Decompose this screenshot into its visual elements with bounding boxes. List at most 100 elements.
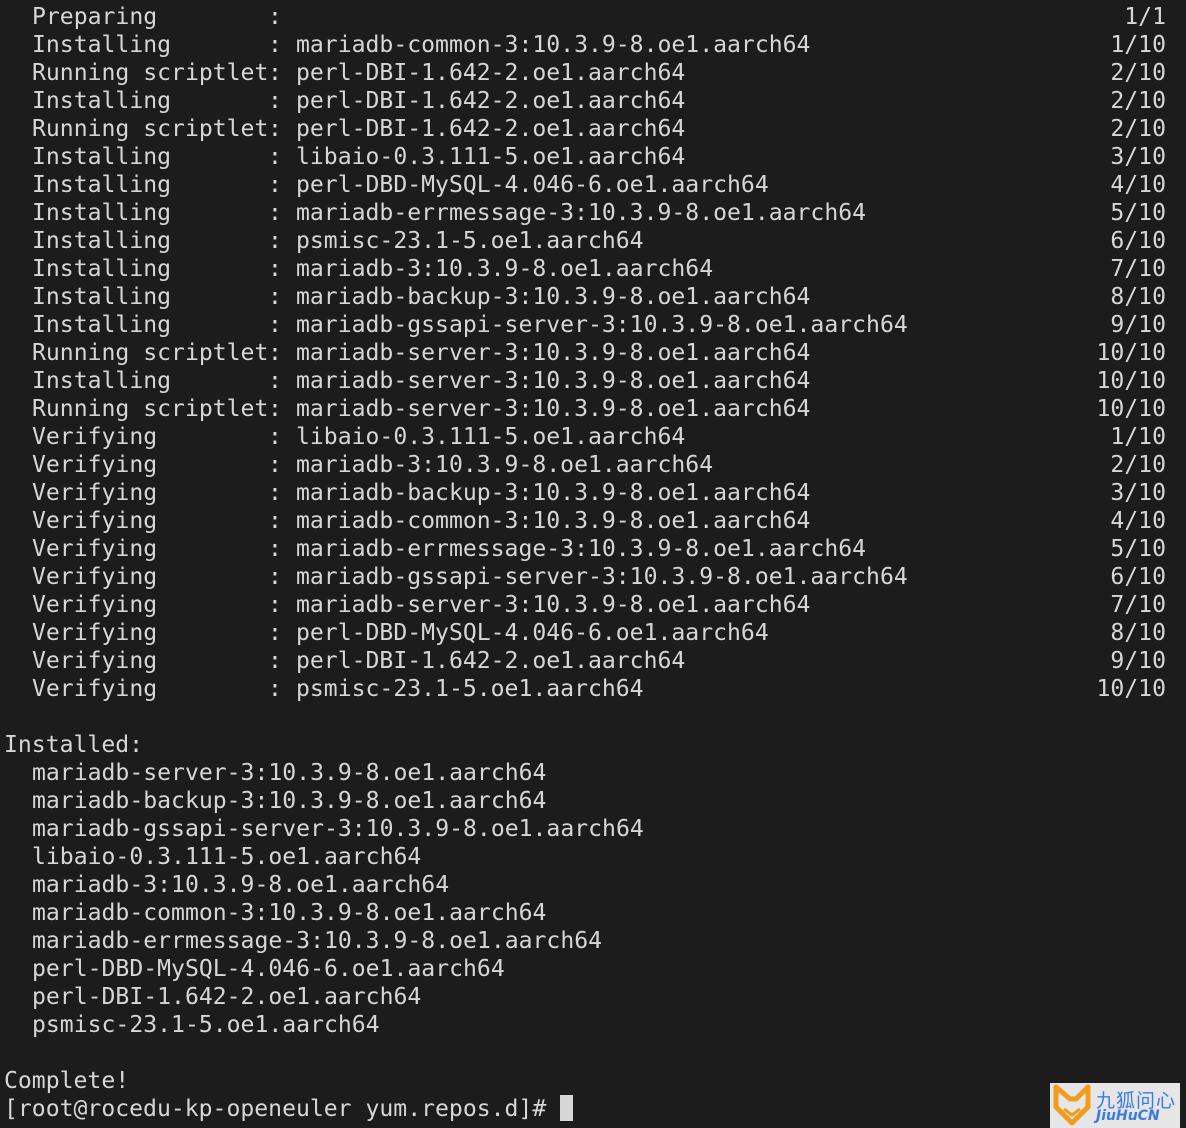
transaction-action: Installing xyxy=(32,88,172,114)
colon-separator: : xyxy=(268,172,282,198)
colon-separator: : xyxy=(268,116,282,142)
colon-separator: : xyxy=(268,676,282,702)
transaction-action: Verifying xyxy=(32,424,158,450)
terminal-line: mariadb-gssapi-server-3:10.3.9-8.oe1.aar… xyxy=(0,815,1186,843)
colon-separator: : xyxy=(268,508,282,534)
transaction-count: 5/10 xyxy=(1110,536,1166,562)
colon-separator: : xyxy=(268,592,282,618)
transaction-action: Verifying xyxy=(32,452,158,478)
colon-separator: : xyxy=(268,396,282,422)
transaction-count: 1/10 xyxy=(1110,424,1166,450)
transaction-package: libaio-0.3.111-5.oe1.aarch64 xyxy=(296,144,686,170)
transaction-action: Preparing xyxy=(32,4,158,30)
transaction-row: Verifying: mariadb-common-3:10.3.9-8.oe1.… xyxy=(0,507,1186,535)
colon-separator: : xyxy=(268,424,282,450)
terminal-cursor xyxy=(560,1095,574,1121)
colon-separator: : xyxy=(268,340,282,366)
transaction-row: Verifying: psmisc-23.1-5.oe1.aarch64 10/10 xyxy=(0,675,1186,703)
transaction-row: Installing: mariadb-server-3:10.3.9-8.oe1… xyxy=(0,367,1186,395)
colon-separator: : xyxy=(268,620,282,646)
transaction-package: perl-DBD-MySQL-4.046-6.oe1.aarch64 xyxy=(296,172,769,198)
transaction-action: Installing xyxy=(32,368,172,394)
shell-prompt: [root@rocedu-kp-openeuler yum.repos.d]# xyxy=(4,1095,574,1123)
transaction-count: 3/10 xyxy=(1110,144,1166,170)
transaction-action: Verifying xyxy=(32,564,158,590)
installed-package: mariadb-common-3:10.3.9-8.oe1.aarch64 xyxy=(32,900,547,926)
transaction-row: Installing: mariadb-common-3:10.3.9-8.oe1… xyxy=(0,31,1186,59)
transaction-count: 3/10 xyxy=(1110,480,1166,506)
transaction-row: Verifying: libaio-0.3.111-5.oe1.aarch64 1/… xyxy=(0,423,1186,451)
transaction-package: perl-DBI-1.642-2.oe1.aarch64 xyxy=(296,648,686,674)
transaction-count: 9/10 xyxy=(1110,312,1166,338)
fox-logo-icon xyxy=(1053,1084,1091,1126)
watermark-latin: JiuHuCN xyxy=(1096,1108,1160,1124)
transaction-action: Running scriptlet xyxy=(32,116,269,142)
terminal-line: perl-DBI-1.642-2.oe1.aarch64 xyxy=(0,983,1186,1011)
transaction-package: mariadb-server-3:10.3.9-8.oe1.aarch64 xyxy=(296,340,811,366)
terminal-line: [root@rocedu-kp-openeuler yum.repos.d]# xyxy=(0,1095,1186,1123)
transaction-action: Verifying xyxy=(32,676,158,702)
transaction-action: Running scriptlet xyxy=(32,340,269,366)
transaction-count: 1/10 xyxy=(1110,32,1166,58)
colon-separator: : xyxy=(268,452,282,478)
transaction-package: perl-DBD-MySQL-4.046-6.oe1.aarch64 xyxy=(296,620,769,646)
terminal-line: mariadb-errmessage-3:10.3.9-8.oe1.aarch6… xyxy=(0,927,1186,955)
colon-separator: : xyxy=(268,88,282,114)
transaction-package: perl-DBI-1.642-2.oe1.aarch64 xyxy=(296,60,686,86)
transaction-row: Installing: mariadb-gssapi-server-3:10.3.… xyxy=(0,311,1186,339)
transaction-row: Installing: libaio-0.3.111-5.oe1.aarch64 3… xyxy=(0,143,1186,171)
transaction-row: Verifying: perl-DBI-1.642-2.oe1.aarch64 9/… xyxy=(0,647,1186,675)
transaction-count: 10/10 xyxy=(1096,676,1166,702)
transaction-action: Verifying xyxy=(32,592,158,618)
transaction-row: Verifying: mariadb-gssapi-server-3:10.3.9… xyxy=(0,563,1186,591)
transaction-count: 4/10 xyxy=(1110,172,1166,198)
transaction-row: Running scriptlet: mariadb-server-3:10.3.… xyxy=(0,395,1186,423)
transaction-count: 2/10 xyxy=(1110,60,1166,86)
transaction-count: 8/10 xyxy=(1110,284,1166,310)
transaction-row: Verifying: mariadb-server-3:10.3.9-8.oe1.… xyxy=(0,591,1186,619)
transaction-row: Installing: perl-DBI-1.642-2.oe1.aarch64 2… xyxy=(0,87,1186,115)
transaction-action: Verifying xyxy=(32,508,158,534)
transaction-row: Installing: mariadb-3:10.3.9-8.oe1.aarch6… xyxy=(0,255,1186,283)
transaction-action: Installing xyxy=(32,228,172,254)
transaction-action: Installing xyxy=(32,200,172,226)
transaction-action: Installing xyxy=(32,312,172,338)
colon-separator: : xyxy=(268,228,282,254)
transaction-package: mariadb-gssapi-server-3:10.3.9-8.oe1.aar… xyxy=(296,564,908,590)
installed-package: mariadb-errmessage-3:10.3.9-8.oe1.aarch6… xyxy=(32,928,603,954)
transaction-action: Verifying xyxy=(32,620,158,646)
installed-package: psmisc-23.1-5.oe1.aarch64 xyxy=(32,1012,380,1038)
installed-package: perl-DBD-MySQL-4.046-6.oe1.aarch64 xyxy=(32,956,505,982)
transaction-action: Installing xyxy=(32,284,172,310)
transaction-action: Running scriptlet xyxy=(32,396,269,422)
terminal-line: mariadb-server-3:10.3.9-8.oe1.aarch64 xyxy=(0,759,1186,787)
transaction-count: 9/10 xyxy=(1110,648,1166,674)
terminal-line: psmisc-23.1-5.oe1.aarch64 xyxy=(0,1011,1186,1039)
transaction-row: Verifying: perl-DBD-MySQL-4.046-6.oe1.aar… xyxy=(0,619,1186,647)
installed-package: libaio-0.3.111-5.oe1.aarch64 xyxy=(32,844,422,870)
transaction-package: mariadb-server-3:10.3.9-8.oe1.aarch64 xyxy=(296,368,811,394)
colon-separator: : xyxy=(268,32,282,58)
transaction-row: Verifying: mariadb-errmessage-3:10.3.9-8.… xyxy=(0,535,1186,563)
transaction-package: mariadb-errmessage-3:10.3.9-8.oe1.aarch6… xyxy=(296,200,867,226)
transaction-row: Installing: perl-DBD-MySQL-4.046-6.oe1.aa… xyxy=(0,171,1186,199)
transaction-action: Installing xyxy=(32,144,172,170)
transaction-row: Running scriptlet: perl-DBI-1.642-2.oe1.a… xyxy=(0,115,1186,143)
colon-separator: : xyxy=(268,648,282,674)
colon-separator: : xyxy=(268,60,282,86)
transaction-package: mariadb-gssapi-server-3:10.3.9-8.oe1.aar… xyxy=(296,312,908,338)
transaction-action: Verifying xyxy=(32,480,158,506)
transaction-count: 6/10 xyxy=(1110,564,1166,590)
transaction-package: mariadb-common-3:10.3.9-8.oe1.aarch64 xyxy=(296,32,811,58)
transaction-action: Installing xyxy=(32,256,172,282)
terminal-line: Complete! xyxy=(0,1067,1186,1095)
colon-separator: : xyxy=(268,564,282,590)
transaction-row: Preparing: 1/1 xyxy=(0,3,1186,31)
transaction-package: mariadb-common-3:10.3.9-8.oe1.aarch64 xyxy=(296,508,811,534)
transaction-row: Installing: psmisc-23.1-5.oe1.aarch64 6/10 xyxy=(0,227,1186,255)
transaction-action: Verifying xyxy=(32,648,158,674)
colon-separator: : xyxy=(268,4,282,30)
transaction-count: 10/10 xyxy=(1096,396,1166,422)
transaction-count: 7/10 xyxy=(1110,256,1166,282)
transaction-count: 1/1 xyxy=(1124,4,1166,30)
